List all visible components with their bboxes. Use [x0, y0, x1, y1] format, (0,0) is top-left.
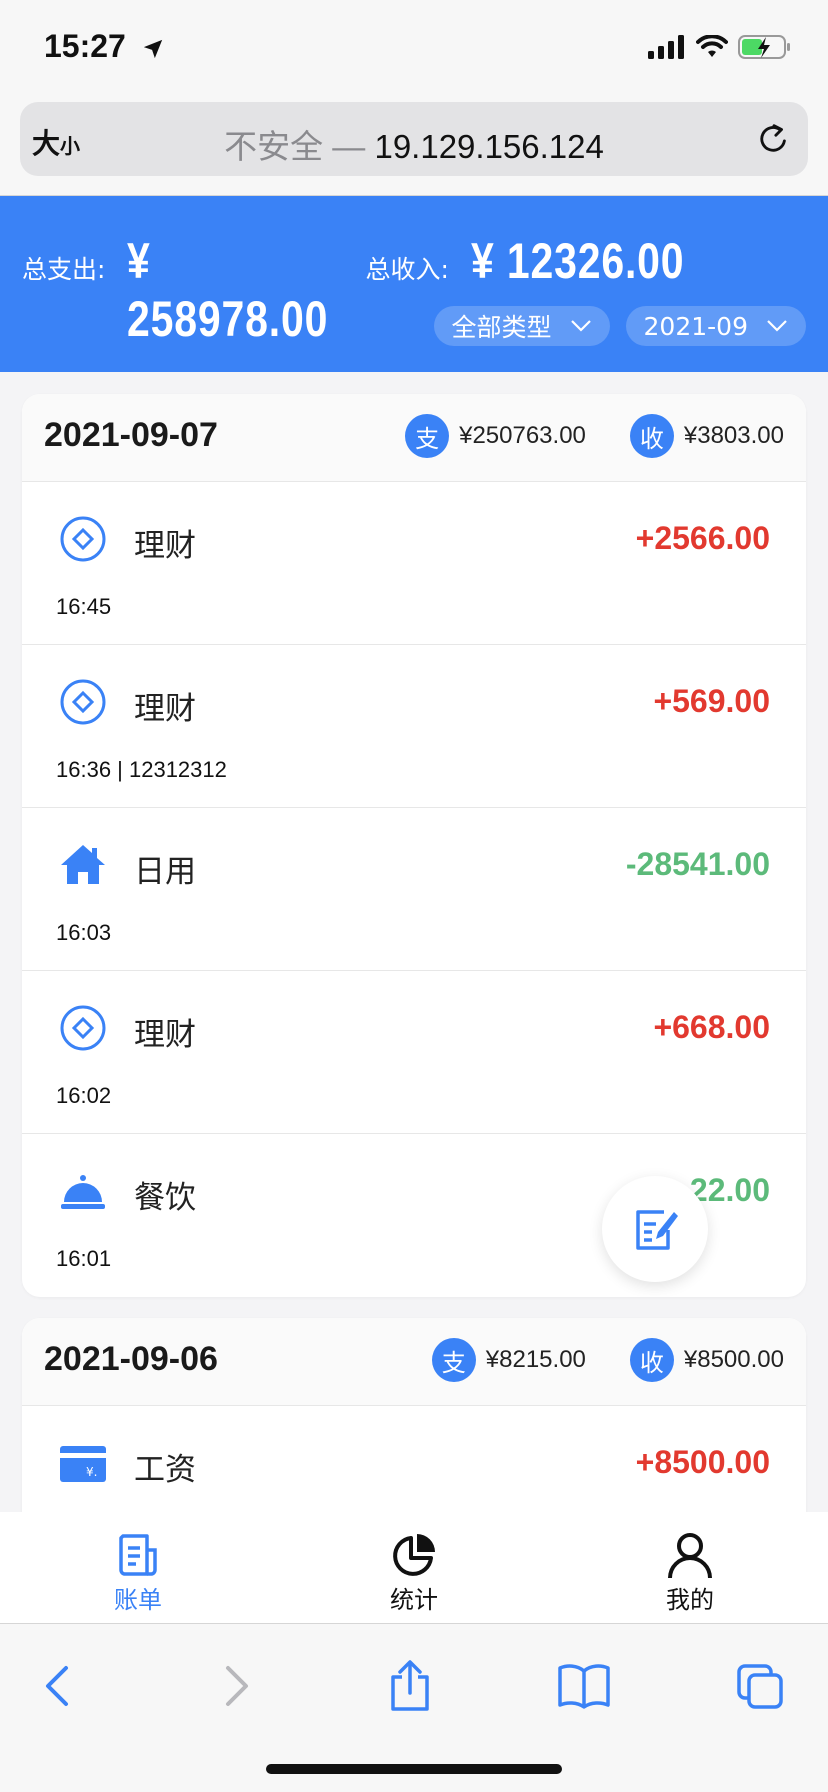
income-badge: 收: [629, 1338, 674, 1382]
signal-icon: [648, 35, 684, 59]
day-card: 2021-09-07 支 ¥250763.00 收 ¥3803.00 理财 +2…: [22, 394, 806, 1297]
income-total-value: ¥ 12326.00: [470, 233, 685, 289]
day-expense-total: 支 ¥250763.00: [405, 414, 586, 458]
record-category: 工资: [134, 1452, 196, 1488]
income-total-label: 总收入:: [365, 255, 449, 284]
day-income-value: ¥8500.00: [683, 1346, 784, 1373]
record-row[interactable]: 理财 +569.00 16:36 | 12312312: [22, 645, 806, 808]
reload-icon[interactable]: [754, 120, 792, 158]
record-row[interactable]: 日用 -28541.00 16:03: [22, 808, 806, 971]
day-income-total: 收 ¥3803.00: [629, 414, 784, 458]
tab-label: 我的: [666, 1586, 714, 1614]
record-row[interactable]: 理财 +2566.00 16:45: [22, 482, 806, 645]
record-category: 理财: [134, 691, 196, 727]
record-row[interactable]: 理财 +668.00 16:02: [22, 971, 806, 1134]
type-filter-dropdown[interactable]: 全部类型: [433, 306, 610, 346]
book-icon: [558, 1664, 610, 1709]
record-time: 16:02: [56, 1083, 112, 1108]
back-button[interactable]: [28, 1656, 88, 1716]
forward-button[interactable]: [206, 1656, 266, 1716]
tab-bill[interactable]: 账单: [0, 1512, 276, 1623]
record-category: 日用: [134, 854, 196, 890]
tab-statistics[interactable]: 统计: [276, 1512, 552, 1623]
record-category: 理财: [134, 528, 196, 564]
tab-label: 统计: [390, 1586, 438, 1614]
salary-card-icon: ¥.: [60, 1446, 106, 1482]
insecure-label: 不安全 —: [224, 128, 375, 165]
pie-chart-icon: [393, 1534, 435, 1576]
share-button[interactable]: [380, 1656, 440, 1716]
expense-total-label: 总支出:: [22, 255, 106, 284]
browser-toolbar: [0, 1624, 828, 1792]
day-card: 2021-09-06 支 ¥8215.00 收 ¥8500.00 ¥. 工资 +…: [22, 1318, 806, 1538]
battery-charging-icon: [738, 35, 790, 59]
record-amount: +569.00: [653, 683, 770, 719]
day-card-header: 2021-09-07 支 ¥250763.00 收 ¥3803.00: [22, 394, 806, 482]
month-filter-label: 2021-09: [643, 311, 748, 341]
day-totals: 支 ¥8215.00 收 ¥8500.00: [431, 1338, 784, 1382]
dining-bell-icon: [61, 1175, 105, 1209]
record-amount: +8500.00: [635, 1444, 770, 1480]
record-time-note: 16:36 | 12312312: [56, 757, 227, 782]
home-indicator: [266, 1764, 562, 1774]
day-totals: 支 ¥250763.00 收 ¥3803.00: [405, 414, 784, 458]
finance-icon: [60, 679, 106, 725]
day-card-header: 2021-09-06 支 ¥8215.00 收 ¥8500.00: [22, 1318, 806, 1406]
address-bar[interactable]: 大小 不安全 — 19.129.156.124: [20, 102, 808, 176]
finance-icon: [60, 516, 106, 562]
record-amount: +2566.00: [635, 520, 770, 556]
chevron-down-icon: [767, 320, 787, 332]
record-time: 16:45: [56, 594, 112, 619]
type-filter-label: 全部类型: [451, 313, 552, 342]
day-income-total: 收 ¥8500.00: [629, 1338, 784, 1382]
bookmarks-button[interactable]: [554, 1656, 614, 1716]
expense-badge: 支: [431, 1338, 476, 1382]
status-time: 15:27: [44, 28, 126, 64]
expense-total-value: ¥ 258978.00: [127, 233, 329, 347]
chevron-left-icon: [46, 1666, 68, 1706]
filter-bar: 全部类型 2021-09: [433, 306, 806, 346]
user-icon: [668, 1533, 712, 1579]
location-arrow-icon: [143, 39, 163, 59]
day-expense-value: ¥250763.00: [459, 422, 586, 449]
record-time: 16:01: [56, 1246, 112, 1271]
month-filter-dropdown[interactable]: 2021-09: [625, 306, 806, 346]
day-date: 2021-09-07: [44, 416, 218, 454]
bottom-tab-bar: 账单 统计 我的: [0, 1512, 828, 1624]
status-indicators: [648, 34, 792, 60]
day-income-value: ¥3803.00: [683, 422, 784, 449]
record-time: 16:03: [56, 920, 112, 945]
income-badge: 收: [629, 414, 674, 458]
chevron-right-icon: [226, 1666, 248, 1706]
status-bar: 15:27: [0, 0, 828, 96]
expense-badge: 支: [405, 414, 450, 458]
record-category: 餐饮: [134, 1180, 196, 1216]
record-amount: +668.00: [653, 1009, 770, 1045]
day-date: 2021-09-06: [44, 1340, 218, 1378]
summary-header: 总支出: ¥ 258978.00 总收入: ¥ 12326.00 全部类型 20…: [0, 196, 828, 372]
day-expense-value: ¥8215.00: [485, 1346, 586, 1373]
add-record-button[interactable]: [602, 1176, 708, 1282]
wifi-icon: [696, 35, 728, 57]
tab-profile[interactable]: 我的: [552, 1512, 828, 1623]
share-icon: [391, 1660, 429, 1711]
url-display[interactable]: 不安全 — 19.129.156.124: [20, 120, 808, 168]
url-host: 19.129.156.124: [374, 128, 604, 165]
tabs-icon: [737, 1664, 783, 1709]
home-icon: [61, 845, 105, 884]
record-amount: -28541.00: [625, 846, 770, 882]
tabs-button[interactable]: [730, 1656, 790, 1716]
day-expense-total: 支 ¥8215.00: [431, 1338, 586, 1382]
finance-icon: [60, 1005, 106, 1051]
record-category: 理财: [134, 1017, 196, 1053]
tab-label: 账单: [114, 1586, 162, 1614]
bill-icon: [119, 1534, 157, 1576]
browser-address-area: 大小 不安全 — 19.129.156.124: [0, 96, 828, 196]
edit-note-icon: [636, 1210, 678, 1250]
chevron-down-icon: [570, 320, 591, 332]
svg-text:¥.: ¥.: [86, 1465, 97, 1479]
